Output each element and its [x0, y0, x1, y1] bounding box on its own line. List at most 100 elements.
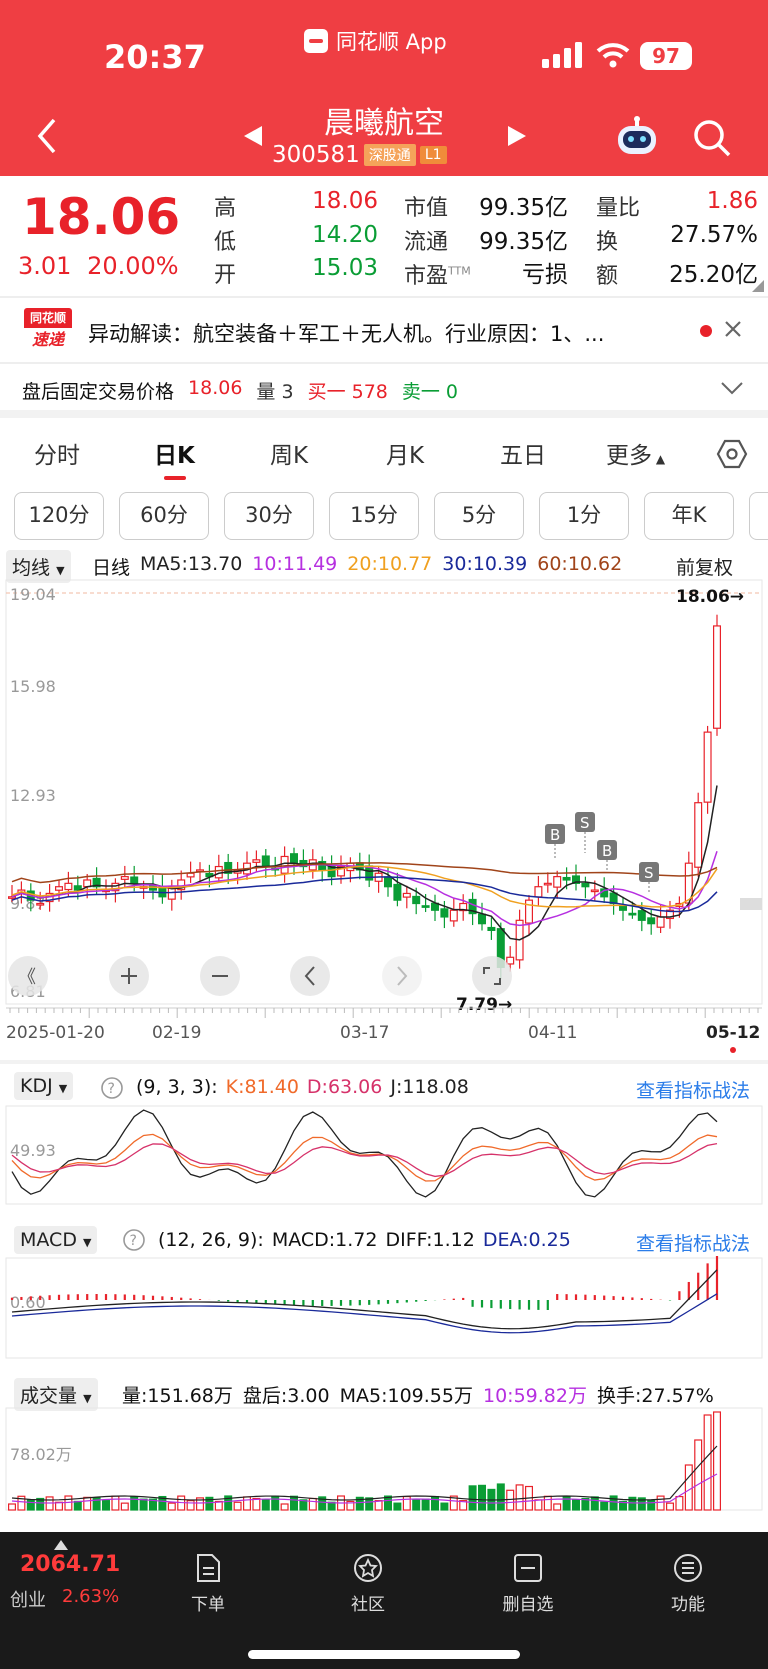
dea-line [11, 1293, 718, 1334]
tab-more[interactable]: 更多 ▲ [606, 436, 665, 470]
svg-text:?: ? [108, 1081, 115, 1097]
index-up-icon [54, 1540, 68, 1550]
macd-chart: 0.60 [5, 1256, 763, 1359]
diff-value: DIFF:1.12 [385, 1229, 475, 1251]
expand-corner-icon[interactable] [752, 280, 764, 292]
after-hours-buy: 买一 578 [307, 381, 388, 403]
prev-stock-icon[interactable] [242, 124, 264, 148]
macd-select[interactable]: MACD ▼ [14, 1226, 98, 1254]
volume-bar [571, 1499, 580, 1511]
nav-remove-watchlist-label: 删自选 [502, 1595, 554, 1615]
chip-60min[interactable]: 60分 [119, 492, 209, 540]
volume-bar [271, 1495, 280, 1511]
candle-body [8, 896, 17, 899]
signal-b-2: B [597, 840, 617, 870]
volume-bar [412, 1498, 421, 1511]
robot-assistant-icon[interactable] [614, 114, 660, 156]
index-value[interactable]: 2064.71 [20, 1552, 120, 1577]
volume-bar [393, 1502, 402, 1511]
kdj-j-line [11, 1109, 718, 1198]
close-icon[interactable] [724, 320, 742, 338]
chip-5min[interactable]: 5分 [434, 492, 524, 540]
x-date-3: 04-11 [528, 1023, 577, 1043]
ma30-value: 30:10.39 [442, 553, 528, 575]
kdj-tick: 49.93 [10, 1141, 56, 1160]
nav-community-label: 社区 [351, 1595, 385, 1615]
volume-bar [600, 1501, 609, 1511]
kline-chart[interactable]: 19.04 15.98 12.93 9.87 6.81 18.06→ 7.79→… [0, 578, 768, 1058]
candle-body [130, 876, 139, 884]
volume-bar [327, 1501, 336, 1511]
help-icon[interactable]: ? [100, 1076, 124, 1100]
chip-year-k[interactable]: 年K [644, 492, 734, 540]
search-icon[interactable] [692, 118, 732, 158]
volume-bar [665, 1502, 674, 1511]
volume-bar [534, 1499, 543, 1511]
mcap-label: 市值 [404, 196, 449, 221]
news-badge-bottom: 速递 [24, 328, 72, 352]
wifi-icon [596, 43, 630, 68]
news-badge-top: 同花顺 [24, 308, 72, 328]
candle-body [252, 859, 261, 863]
tag-l1: L1 [419, 146, 447, 164]
nav-remove-watchlist[interactable]: 删自选 [478, 1552, 578, 1615]
chip-overflow[interactable] [749, 492, 768, 540]
status-time: 20:37 [104, 38, 206, 76]
chevron-down-icon[interactable] [720, 380, 744, 396]
candles-and-ma [8, 614, 721, 980]
chip-15min[interactable]: 15分 [329, 492, 419, 540]
nav-functions[interactable]: 功能 [638, 1552, 738, 1615]
macd-params: (12, 26, 9): [158, 1229, 264, 1251]
candle-body [590, 889, 599, 893]
candle-body [524, 899, 533, 924]
ma10-value: 10:11.49 [252, 553, 338, 575]
chip-1min[interactable]: 1分 [539, 492, 629, 540]
kline-frame [5, 579, 763, 1005]
macd-legend: (12, 26, 9): MACD:1.72 DIFF:1.12 DEA:0.2… [158, 1229, 571, 1251]
candle-body [647, 917, 656, 925]
macd-strategy-link[interactable]: 查看指标战法 [636, 1229, 750, 1256]
candle-body [280, 855, 289, 874]
float-label: 流通 [404, 230, 449, 255]
kdj-strategy-link[interactable]: 查看指标战法 [636, 1076, 750, 1103]
nav-community[interactable]: 社区 [318, 1552, 418, 1615]
chart-tabs: 分时 日K 周K 月K 五日 更多 ▲ [0, 420, 768, 480]
volume-bar [374, 1500, 383, 1511]
tag-sgt: 深股通 [363, 144, 416, 166]
tab-weekly-k[interactable]: 周K [270, 436, 308, 470]
tab-daily-k[interactable]: 日K [154, 436, 195, 470]
after-hours-volume-value: 盘后:3.00 [242, 1385, 330, 1407]
step-right-button [382, 956, 422, 996]
next-stock-icon[interactable] [506, 124, 528, 148]
volume-bar [553, 1503, 562, 1511]
y-tick-0: 19.04 [10, 585, 56, 604]
settings-hex-icon[interactable] [716, 438, 748, 470]
after-hours-price: 18.06 [188, 377, 243, 399]
diff-line [11, 1269, 718, 1330]
candle-body [36, 902, 45, 906]
volume-bar [243, 1496, 252, 1511]
nav-order[interactable]: 下单 [158, 1552, 258, 1615]
home-indicator [248, 1650, 520, 1659]
signal-label: S [580, 814, 590, 832]
volume-bar [308, 1497, 317, 1511]
change-percent: 20.00% [87, 252, 179, 280]
candle-body [421, 905, 430, 908]
volume-bar [73, 1500, 82, 1511]
tab-intraday[interactable]: 分时 [34, 436, 80, 470]
tab-monthly-k[interactable]: 月K [386, 436, 424, 470]
volume-legend: 量:151.68万 盘后:3.00 MA5:109.55万 10:59.82万 … [122, 1381, 714, 1408]
news-text[interactable]: 异动解读：航空装备＋军工＋无人机。行业原因：1、... [88, 318, 688, 348]
chip-30min[interactable]: 30分 [224, 492, 314, 540]
help-icon[interactable]: ? [122, 1228, 146, 1252]
chip-120min[interactable]: 120分 [14, 492, 104, 540]
candle-body [694, 802, 703, 868]
kdj-select[interactable]: KDJ ▼ [14, 1072, 74, 1100]
candle-body [703, 731, 712, 803]
bottom-toolbar: 2064.71 创业 2.63% 下单 社区 删自选 功能 [0, 1532, 768, 1669]
adjust-mode[interactable]: 前复权 [676, 553, 733, 580]
high-value: 18.06 [312, 188, 378, 214]
vol-ma5: MA5:109.55万 [339, 1385, 473, 1407]
volume-bar [233, 1501, 242, 1511]
tab-five-day[interactable]: 五日 [500, 436, 546, 470]
